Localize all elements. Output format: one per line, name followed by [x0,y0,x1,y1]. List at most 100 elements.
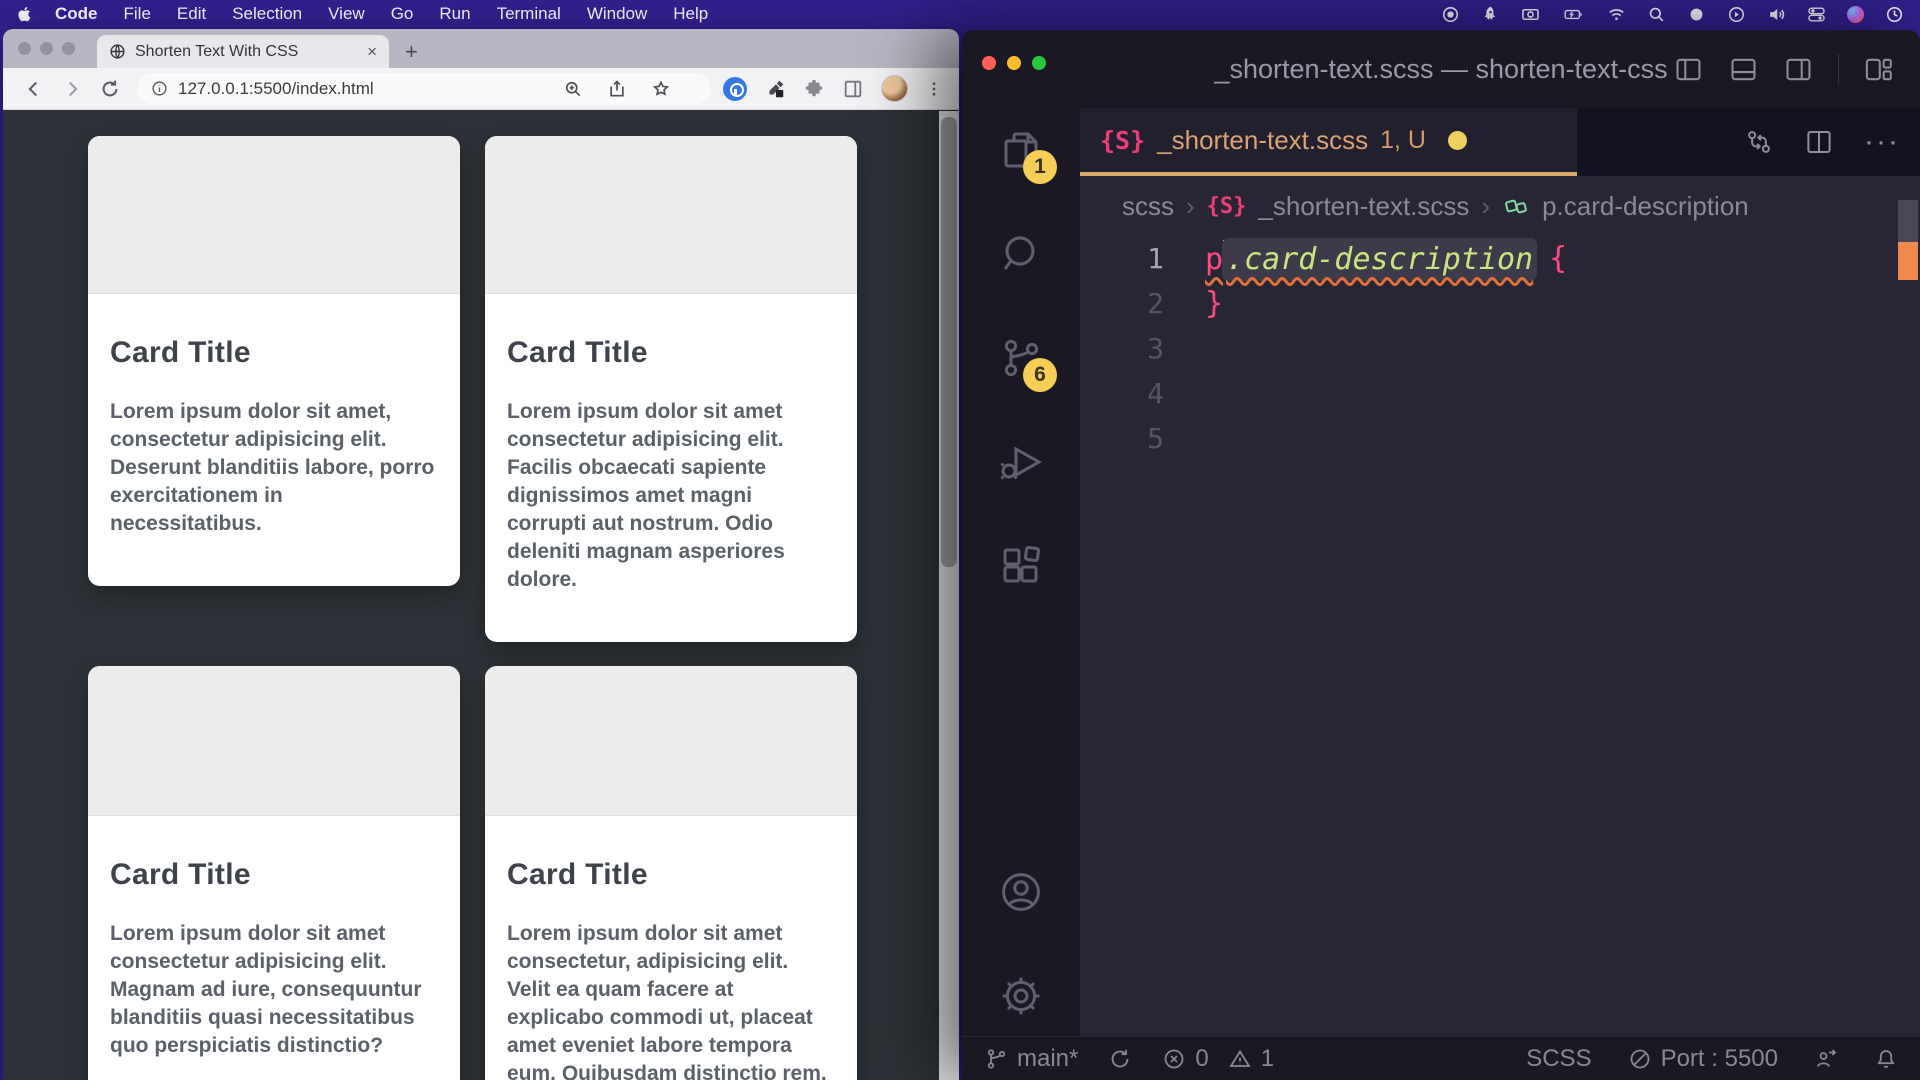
card: Card Title Lorem ipsum dolor sit amet co… [485,666,857,1080]
code-line[interactable]: 2 } [1080,281,1920,326]
toggle-sidebar-icon[interactable] [1673,54,1704,85]
menu-item-selection[interactable]: Selection [221,4,313,24]
menu-item-file[interactable]: File [113,4,162,24]
bell-icon [1874,1047,1898,1071]
sync-status-item[interactable] [1108,1047,1132,1071]
color-picker-extension-icon[interactable] [764,78,786,100]
card-image-placeholder [485,136,857,294]
back-icon[interactable] [23,78,45,100]
explorer-icon[interactable]: 1 [997,126,1045,174]
feedback-item[interactable] [1814,1047,1838,1071]
close-window-button[interactable] [18,42,31,55]
branch-name: main* [1017,1045,1078,1073]
code-line[interactable]: 4 [1080,371,1920,416]
dot-icon[interactable] [1687,5,1706,24]
more-actions-icon[interactable]: ··· [1864,132,1900,152]
line-number: 3 [1080,332,1164,365]
share-icon[interactable] [607,79,627,99]
spotlight-search-icon[interactable] [1647,5,1666,24]
menu-item-edit[interactable]: Edit [166,4,217,24]
vscode-title-bar[interactable]: _shorten-text.scss — shorten-text-css [962,30,1920,108]
card: Card Title Lorem ipsum dolor sit amet co… [88,666,460,1080]
zoom-window-button[interactable] [62,42,75,55]
git-branch-icon [984,1047,1008,1071]
bookmark-star-icon[interactable] [651,79,671,99]
siri-icon[interactable] [1847,6,1864,23]
account-icon[interactable] [997,868,1045,916]
toggle-panel-icon[interactable] [1728,54,1759,85]
overview-ruler-warning-marker [1898,242,1918,280]
settings-gear-icon[interactable] [997,972,1045,1020]
reload-icon[interactable] [99,78,121,100]
split-editor-icon[interactable] [1804,127,1834,157]
browser-toolbar: 127.0.0.1:5500/index.html [3,68,959,110]
rocket-icon[interactable] [1481,5,1500,24]
live-server-item[interactable]: Port : 5500 [1628,1045,1778,1073]
clock-icon[interactable] [1885,5,1904,24]
new-tab-button[interactable]: + [405,39,418,65]
tab-file-name: _shorten-text.scss [1157,125,1368,156]
code-line[interactable]: 5 [1080,416,1920,461]
url-text[interactable]: 127.0.0.1:5500/index.html [178,79,553,99]
menu-item-help[interactable]: Help [662,4,719,24]
extensions-puzzle-icon[interactable] [803,78,825,100]
sync-icon [1108,1047,1132,1071]
unsaved-dot-icon[interactable] [1448,131,1467,150]
screen-record-icon[interactable] [1521,5,1540,24]
menu-item-view[interactable]: View [317,4,376,24]
line-number: 2 [1080,287,1164,320]
run-debug-icon[interactable] [997,438,1045,486]
volume-icon[interactable] [1767,5,1786,24]
editor-tab[interactable]: {S} _shorten-text.scss 1, U [1080,108,1577,176]
browser-traffic-lights[interactable] [18,42,75,55]
toggle-secondary-sidebar-icon[interactable] [1783,54,1814,85]
apple-menu-icon[interactable] [16,4,34,24]
record-icon[interactable] [1441,5,1460,24]
problems-status-item[interactable]: 0 1 [1162,1045,1274,1073]
search-icon[interactable] [997,230,1045,278]
menu-item-window[interactable]: Window [576,4,658,24]
branch-status-item[interactable]: main* [984,1045,1078,1073]
code-line[interactable]: 3 [1080,326,1920,371]
scss-file-icon: {S} [1207,194,1247,219]
open-changes-icon[interactable] [1744,127,1774,157]
line-number: 1 [1080,242,1164,275]
site-info-icon[interactable] [151,80,168,97]
card-description: Lorem ipsum dolor sit amet consectetur a… [110,920,438,1060]
password-manager-extension-icon[interactable] [723,77,747,101]
browser-tab[interactable]: Shorten Text With CSS × [97,35,389,68]
breadcrumb-symbol[interactable]: p.card-description [1542,191,1749,222]
divider [1838,54,1839,84]
battery-icon[interactable] [1561,5,1586,24]
source-control-icon[interactable]: 6 [997,334,1045,382]
control-center-icon[interactable] [1807,5,1826,24]
customize-layout-icon[interactable] [1863,54,1894,85]
language-mode-item[interactable]: SCSS [1526,1045,1591,1073]
screen-mirror-icon[interactable] [1727,5,1746,24]
wifi-icon[interactable] [1607,5,1626,24]
live-server-icon [1628,1047,1652,1071]
menu-item-code[interactable]: Code [44,4,109,24]
menu-item-go[interactable]: Go [380,4,425,24]
menu-item-terminal[interactable]: Terminal [486,4,572,24]
scrollbar-thumb[interactable] [941,117,957,567]
breadcrumb-folder[interactable]: scss [1122,191,1174,222]
notifications-item[interactable] [1874,1047,1898,1071]
forward-icon[interactable] [61,78,83,100]
breadcrumb-file[interactable]: _shorten-text.scss [1258,191,1469,222]
editor-scrollbar-thumb[interactable] [1898,200,1918,242]
code-editor[interactable]: 1 p.card-description{ 2 } 3 4 5 [1080,236,1920,1036]
side-panel-icon[interactable] [842,78,864,100]
code-line[interactable]: 1 p.card-description{ [1080,236,1920,281]
profile-avatar[interactable] [881,75,908,102]
address-bar[interactable]: 127.0.0.1:5500/index.html [137,73,711,104]
zoom-page-icon[interactable] [563,79,583,99]
extensions-icon[interactable] [997,542,1045,590]
tab-close-icon[interactable]: × [367,42,377,62]
browser-menu-icon[interactable] [925,78,943,100]
browser-tab-title: Shorten Text With CSS [135,43,358,61]
menu-item-run[interactable]: Run [428,4,481,24]
browser-scrollbar[interactable] [939,111,959,1080]
editor-group: {S} _shorten-text.scss 1, U ··· scss › {… [1080,108,1920,1036]
minimize-window-button[interactable] [40,42,53,55]
